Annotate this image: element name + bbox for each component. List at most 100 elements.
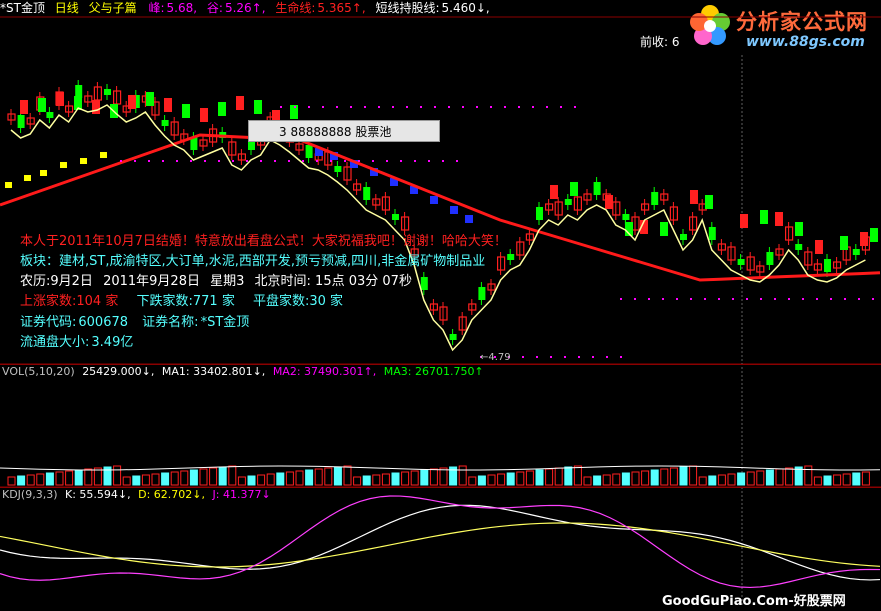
- signal-block: [840, 236, 848, 250]
- valley-dots: [676, 298, 678, 300]
- signal-block: [146, 92, 154, 106]
- solar-date: 2011年9月28日: [103, 274, 200, 289]
- signal-block: [128, 95, 136, 109]
- stock-pool-tooltip[interactable]: 3 88888888 股票池: [248, 120, 440, 142]
- candle-body: [420, 277, 428, 290]
- signal-block: [605, 195, 613, 209]
- volume-bar: [170, 471, 179, 486]
- kdj-j-line: [0, 495, 881, 589]
- volume-bar: [353, 476, 362, 486]
- peak-dots: [358, 160, 360, 162]
- candle-body: [161, 120, 169, 126]
- volume-bar: [487, 474, 496, 486]
- valley-dots: [732, 298, 734, 300]
- greeting-text: 本人于2011年10月7日结婚！特意放出看盘公式！大家祝福我吧！谢谢！哈哈大笑！: [20, 234, 507, 249]
- volume-bar: [813, 476, 822, 486]
- name-value: *ST金顶: [200, 315, 250, 330]
- peak-dots: [456, 160, 458, 162]
- peak-dots: [232, 160, 234, 162]
- vol-label[interactable]: VOL(5,10,20): [2, 365, 75, 378]
- volume-bar: [602, 474, 611, 486]
- volume-bar: [180, 470, 189, 486]
- watermark: GoodGuPiao.Com-好股票网: [662, 594, 846, 609]
- volume-bar: [122, 476, 131, 486]
- volume-bar: [833, 474, 842, 486]
- signal-block: [705, 195, 713, 209]
- float-line: 流通盘大小: 3.49亿: [20, 333, 139, 353]
- candle-body: [564, 199, 572, 205]
- signal-block: [795, 222, 803, 236]
- peak-dots: [434, 106, 436, 108]
- volume-bar: [785, 467, 794, 486]
- volume-bar: [679, 466, 688, 486]
- peak-dots: [294, 106, 296, 108]
- signal-block: [218, 102, 226, 116]
- peak-dots: [336, 106, 338, 108]
- volume-bar: [506, 472, 515, 486]
- volume-bar: [401, 471, 410, 486]
- volume-bar: [65, 470, 74, 486]
- candle-body: [824, 259, 831, 272]
- valley-dots: [690, 298, 692, 300]
- date-line: 农历:9月2日 2011年9月28日 星期3 北京时间: 15点 03分 07秒: [20, 272, 418, 292]
- peak-dots: [288, 160, 290, 162]
- valley-dots: [662, 298, 664, 300]
- volume-bar: [612, 473, 621, 486]
- volume-bar: [525, 470, 534, 486]
- volume-bar: [410, 470, 419, 486]
- blue-block: [430, 196, 438, 204]
- peak-dots: [162, 160, 164, 162]
- peak-dots: [330, 160, 332, 162]
- peak-dots: [400, 160, 402, 162]
- peak-dots: [260, 160, 262, 162]
- peak-dots: [316, 160, 318, 162]
- volume-bar: [285, 471, 294, 486]
- valley-dots: [620, 298, 622, 300]
- candle-body: [651, 192, 659, 205]
- valley-dots: [858, 298, 860, 300]
- valley-dots: [564, 356, 566, 358]
- blue-block: [450, 206, 458, 214]
- security-line: 证券代码: 600678 证券名称: *ST金顶: [20, 313, 255, 333]
- peak-dots: [462, 106, 464, 108]
- code-label: 证券代码:: [20, 315, 77, 330]
- peak-dots: [490, 106, 492, 108]
- yellow-block: [80, 158, 87, 164]
- volume-bar: [804, 465, 813, 486]
- valley-dots: [634, 298, 636, 300]
- signal-block: [254, 100, 262, 114]
- peak-dots: [448, 106, 450, 108]
- candle-body: [334, 166, 342, 172]
- peak-dots: [350, 106, 352, 108]
- peak-dots: [344, 160, 346, 162]
- volume-bar: [516, 471, 525, 486]
- volume-bar: [161, 472, 170, 486]
- volume-bar: [362, 475, 371, 486]
- volume-bar: [420, 469, 429, 486]
- volume-bar: [842, 473, 851, 486]
- peak-dots: [364, 106, 366, 108]
- market-breadth-line: 上涨家数:104 家 下跌家数:771 家 平盘家数:30 家: [20, 292, 349, 312]
- volume-bar: [228, 465, 237, 486]
- peak-dots: [218, 160, 220, 162]
- volume-bar: [737, 472, 746, 486]
- vol-ma1: MA1: 33402.801↓,: [161, 365, 266, 378]
- volume-bar: [477, 475, 486, 486]
- volume-bar: [650, 469, 659, 486]
- candle-body: [766, 252, 774, 265]
- signal-block: [56, 92, 64, 106]
- volume-bar: [276, 472, 285, 486]
- valley-dots: [802, 298, 804, 300]
- volume-bar: [756, 470, 765, 486]
- valley-dots: [522, 356, 524, 358]
- volume-bar: [468, 476, 477, 486]
- signal-block: [690, 190, 698, 204]
- vol-value: 25429.000↓,: [82, 365, 155, 378]
- volume-bar: [717, 474, 726, 486]
- valley-dots: [746, 298, 748, 300]
- volume-bar: [573, 465, 582, 486]
- kdj-j: J: 41.377↓: [212, 488, 271, 501]
- vol-ma3: MA3: 26701.750↑: [383, 365, 484, 378]
- kdj-label[interactable]: KDJ(9,3,3): [2, 488, 58, 501]
- valley-dots: [592, 356, 594, 358]
